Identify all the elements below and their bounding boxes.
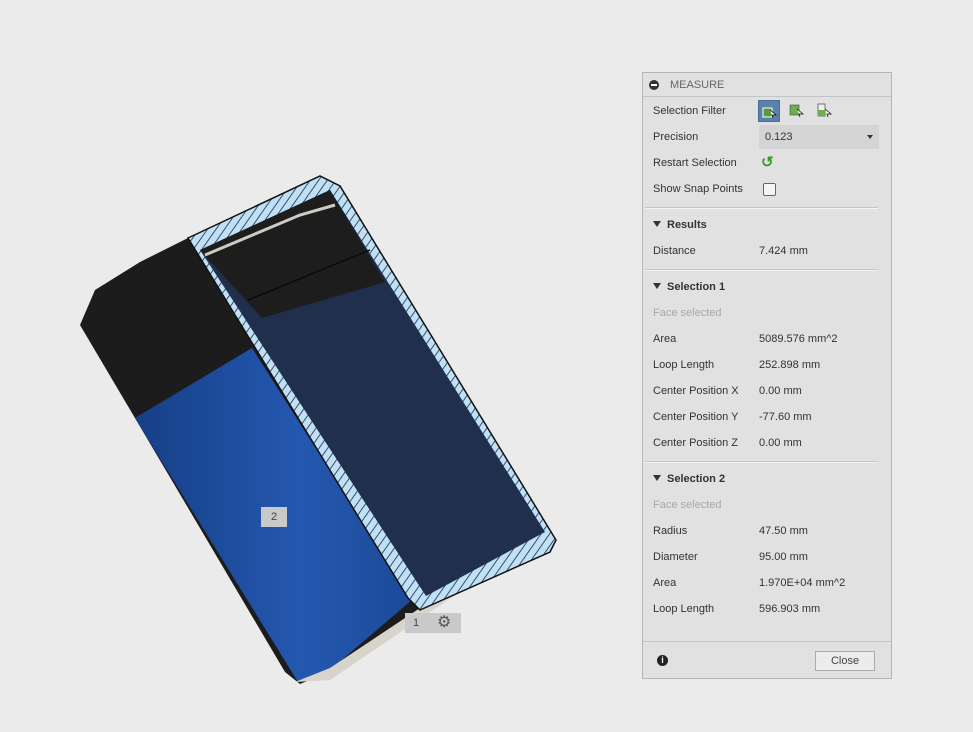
row-label: Area (653, 333, 677, 345)
selection-tag-1[interactable]: 1 ⚙ (405, 613, 461, 633)
face-filter-icon[interactable] (786, 100, 806, 120)
selection-filter-label: Selection Filter (653, 105, 726, 117)
restart-icon[interactable]: ↺ (761, 150, 774, 176)
row-value: 0.00 mm (759, 385, 802, 397)
row-value: 596.903 mm (759, 603, 821, 615)
snap-points-checkbox[interactable] (763, 183, 776, 196)
selection2-header[interactable]: Selection 2 (653, 466, 725, 492)
result-row: Center Position X 0.00 mm (653, 378, 879, 404)
row-label: Loop Length (653, 603, 715, 615)
row-value: 47.50 mm (759, 525, 808, 537)
selection2-status: Face selected (653, 499, 722, 511)
gear-icon[interactable]: ⚙ (437, 613, 451, 633)
distance-value: 7.424 mm (759, 245, 808, 257)
divider (645, 269, 878, 271)
result-row: Area 1.970E+04 mm^2 (653, 570, 879, 596)
results-header[interactable]: Results (653, 212, 707, 238)
body-filter-icon[interactable] (758, 100, 780, 122)
row-label: Center Position X (653, 385, 739, 397)
row-label: Center Position Y (653, 411, 739, 423)
row-value: 5089.576 mm^2 (759, 333, 838, 345)
precision-row: Precision 0.123 (653, 124, 879, 150)
restart-row: Restart Selection ↺ (653, 150, 879, 176)
restart-label: Restart Selection (653, 157, 737, 169)
panel-footer: i Close (643, 641, 891, 678)
row-value: -77.60 mm (759, 411, 812, 423)
distance-label: Distance (653, 245, 696, 257)
result-row: Diameter 95.00 mm (653, 544, 879, 570)
panel-title: MEASURE (670, 78, 725, 91)
edge-filter-icon[interactable] (814, 100, 834, 120)
info-icon[interactable]: i (657, 655, 668, 666)
row-label: Diameter (653, 551, 698, 563)
row-value: 95.00 mm (759, 551, 808, 563)
row-label: Loop Length (653, 359, 715, 371)
row-value: 0.00 mm (759, 437, 802, 449)
result-row: Area 5089.576 mm^2 (653, 326, 879, 352)
result-row: Loop Length 596.903 mm (653, 596, 879, 622)
divider (645, 461, 878, 463)
selection-filter-row: Selection Filter (653, 98, 879, 124)
tag-1-label: 1 (413, 617, 420, 629)
snap-row: Show Snap Points (653, 176, 879, 202)
panel-header[interactable]: MEASURE (643, 73, 891, 97)
measure-panel: MEASURE Selection Filter Precision 0.123… (642, 72, 892, 679)
precision-dropdown[interactable]: 0.123 (759, 125, 879, 149)
result-row: Center Position Y -77.60 mm (653, 404, 879, 430)
close-button[interactable]: Close (815, 651, 875, 671)
row-label: Area (653, 577, 677, 589)
divider (645, 207, 878, 209)
result-row: Radius 47.50 mm (653, 518, 879, 544)
snap-label: Show Snap Points (653, 183, 743, 195)
result-row: Center Position Z 0.00 mm (653, 430, 879, 456)
selection-tag-2[interactable]: 2 (261, 507, 287, 527)
row-label: Radius (653, 525, 688, 537)
selection1-status: Face selected (653, 307, 722, 319)
collapse-icon[interactable] (649, 79, 659, 90)
row-value: 252.898 mm (759, 359, 821, 371)
row-label: Center Position Z (653, 437, 738, 449)
row-value: 1.970E+04 mm^2 (759, 577, 846, 589)
result-row: Loop Length 252.898 mm (653, 352, 879, 378)
selection1-header[interactable]: Selection 1 (653, 274, 725, 300)
precision-label: Precision (653, 131, 699, 143)
